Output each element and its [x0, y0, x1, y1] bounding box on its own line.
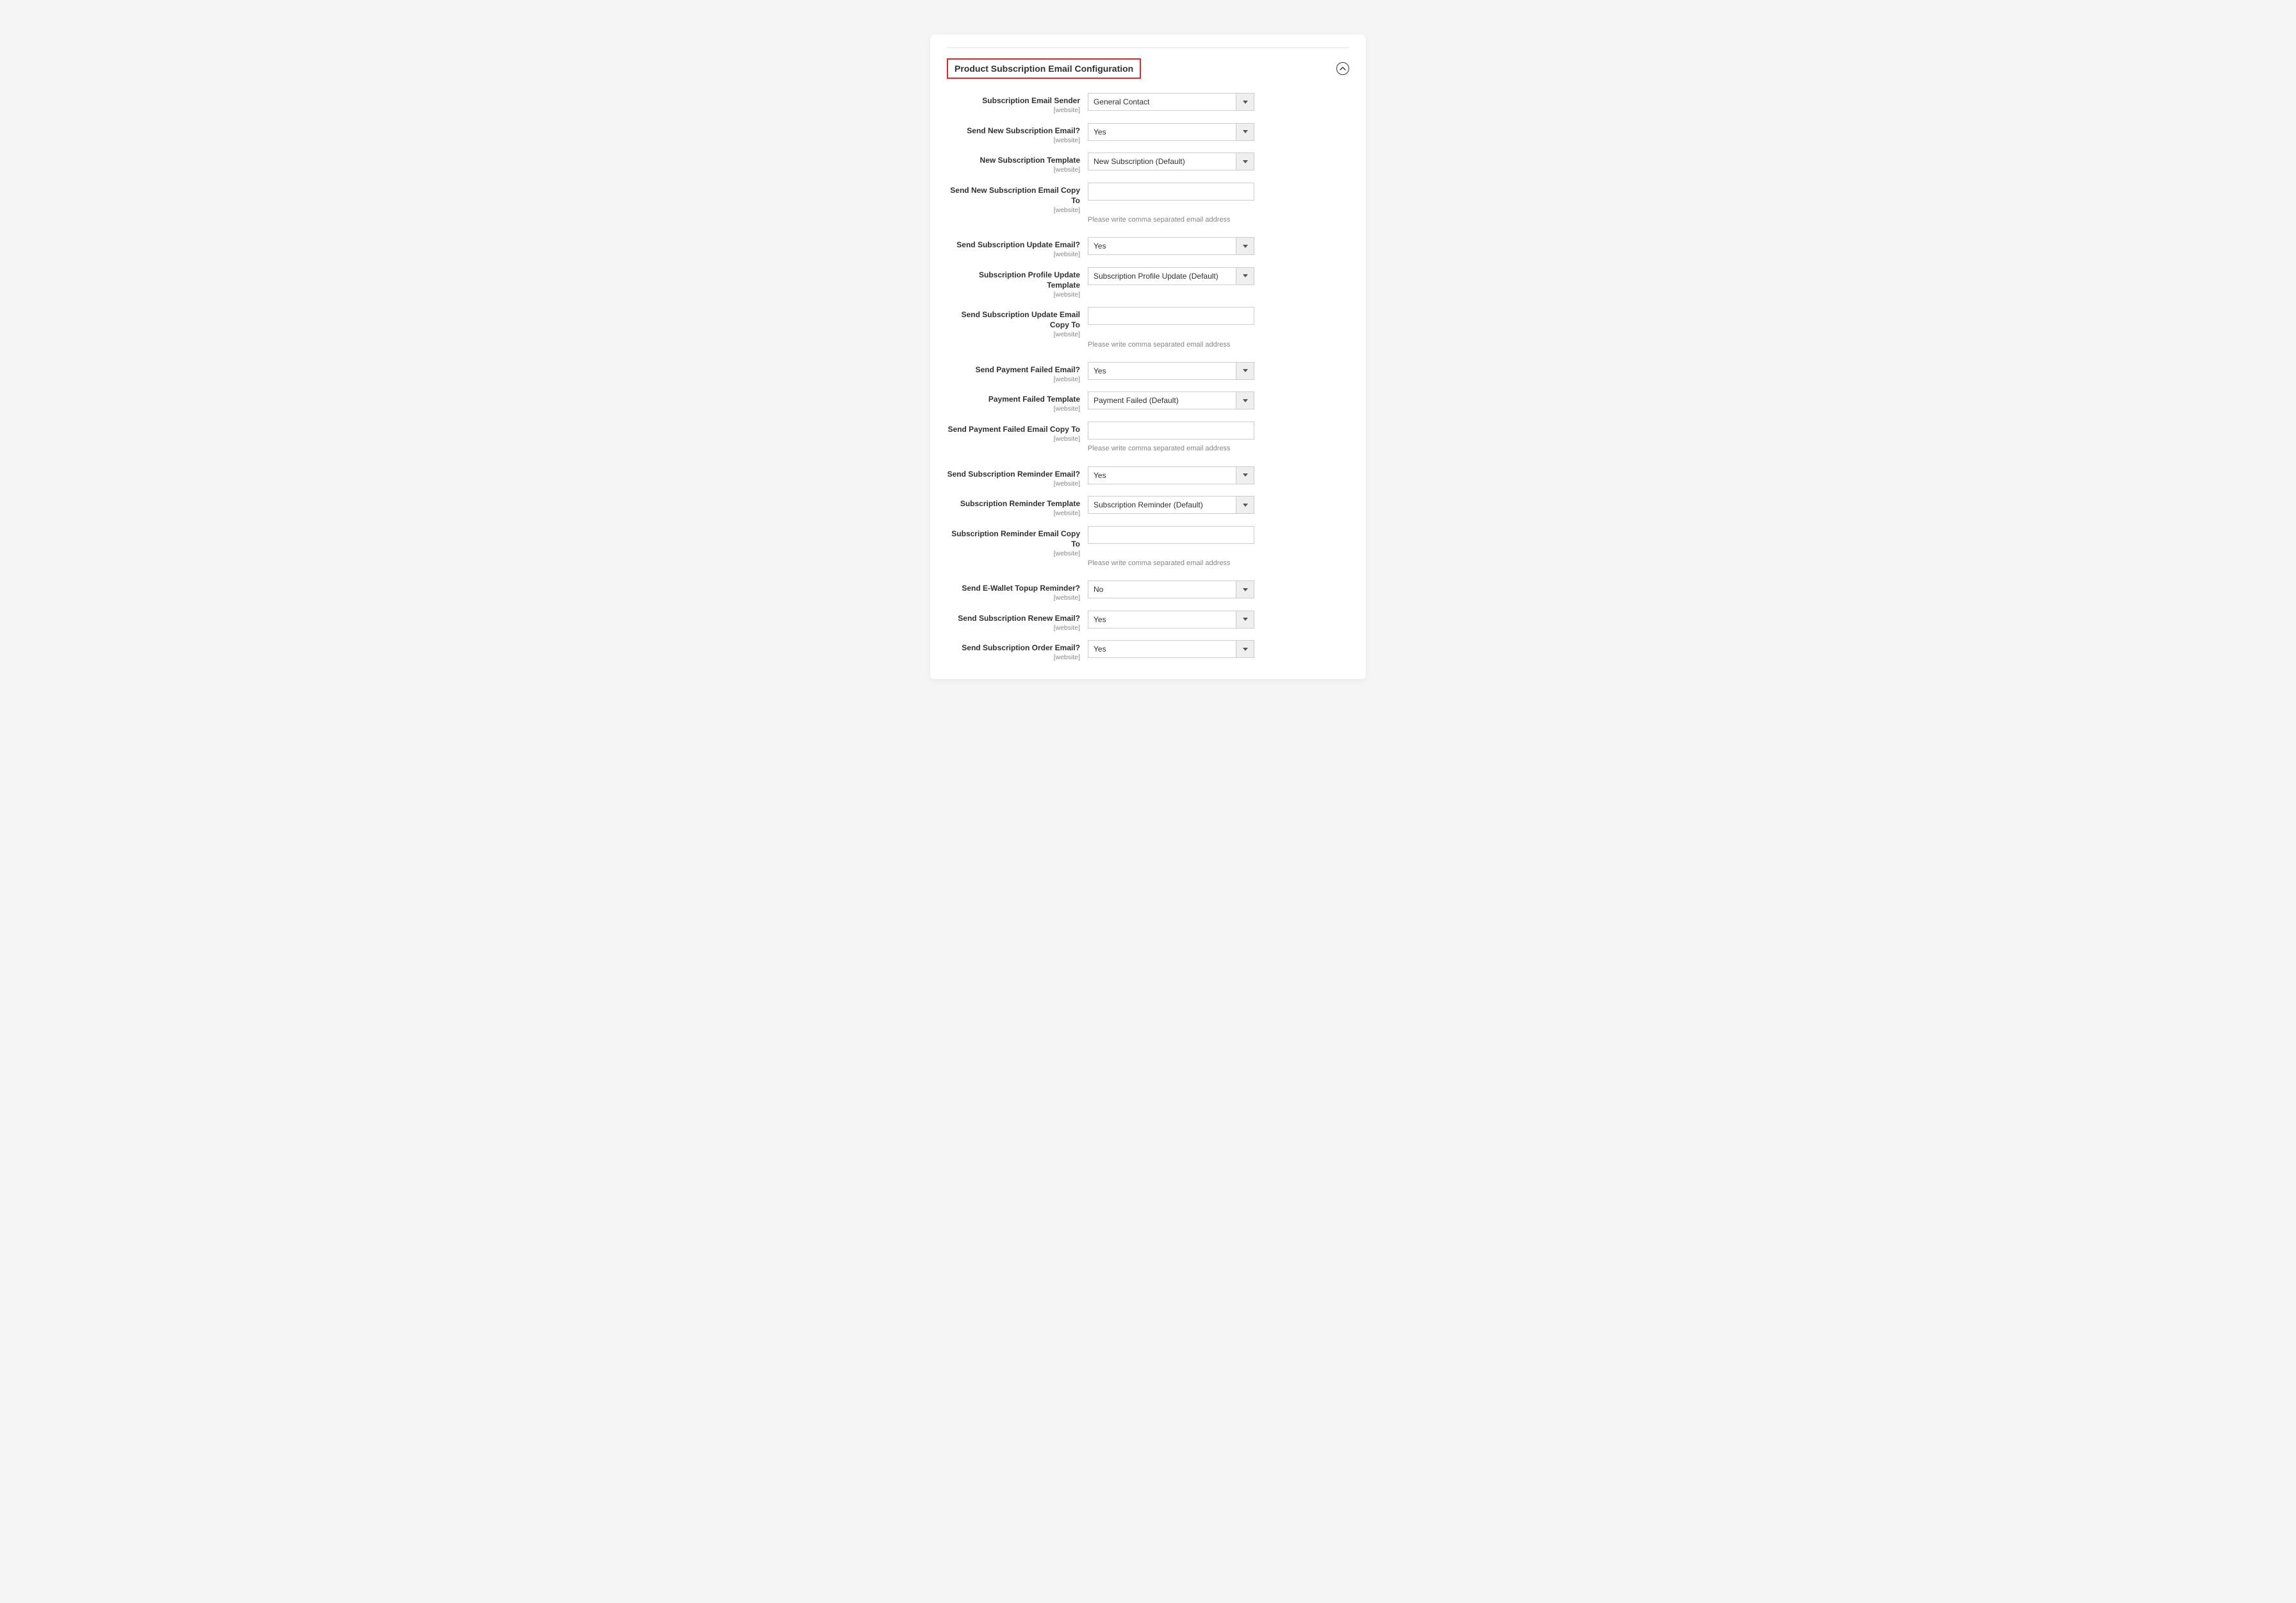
label-template-update: Subscription Profile Update Template: [979, 270, 1080, 290]
select-template-reminder[interactable]: Subscription Reminder (Default): [1088, 496, 1254, 514]
label-send-order: Send Subscription Order Email?: [962, 643, 1080, 652]
select-send-order[interactable]: Yes: [1088, 640, 1254, 658]
select-send-order-value: Yes: [1088, 645, 1236, 654]
select-send-reminder[interactable]: Yes: [1088, 466, 1254, 484]
hint-copy-update: Please write comma separated email addre…: [1088, 341, 1349, 349]
row-send-new: Send New Subscription Email? [website] Y…: [947, 123, 1349, 144]
label-copy-failed: Send Payment Failed Email Copy To: [948, 425, 1081, 434]
label-template-reminder: Subscription Reminder Template: [960, 499, 1080, 508]
select-template-failed-value: Payment Failed (Default): [1088, 396, 1236, 405]
select-send-renew-value: Yes: [1088, 615, 1236, 624]
input-copy-new[interactable]: [1088, 183, 1254, 201]
scope-label: [website]: [947, 595, 1080, 602]
scope-label: [website]: [947, 550, 1080, 557]
label-sender: Subscription Email Sender: [982, 96, 1080, 105]
row-send-failed: Send Payment Failed Email? [website] Yes: [947, 362, 1349, 383]
caret-down-icon: [1236, 641, 1254, 657]
row-send-order: Send Subscription Order Email? [website]…: [947, 640, 1349, 661]
scope-label: [website]: [947, 331, 1080, 338]
caret-down-icon: [1236, 363, 1254, 379]
label-copy-reminder: Subscription Reminder Email Copy To: [951, 529, 1080, 548]
section-title-highlight: Product Subscription Email Configuration: [947, 58, 1141, 79]
select-send-ewallet-value: No: [1088, 585, 1236, 594]
scope-label: [website]: [947, 251, 1080, 258]
row-send-ewallet: Send E-Wallet Topup Reminder? [website] …: [947, 580, 1349, 602]
select-send-failed-value: Yes: [1088, 366, 1236, 375]
row-subscription-email-sender: Subscription Email Sender [website] Gene…: [947, 93, 1349, 114]
scope-label: [website]: [947, 137, 1080, 144]
select-sender-value: General Contact: [1088, 97, 1236, 106]
caret-down-icon: [1236, 94, 1254, 110]
scope-label: [website]: [947, 436, 1080, 443]
scope-label: [website]: [947, 481, 1080, 488]
select-send-failed[interactable]: Yes: [1088, 362, 1254, 380]
select-sender[interactable]: General Contact: [1088, 93, 1254, 111]
caret-down-icon: [1236, 581, 1254, 598]
label-send-reminder: Send Subscription Reminder Email?: [947, 470, 1080, 479]
row-copy-new: Send New Subscription Email Copy To [web…: [947, 183, 1349, 214]
scope-label: [website]: [947, 107, 1080, 114]
row-template-reminder: Subscription Reminder Template [website]…: [947, 496, 1349, 517]
label-send-failed: Send Payment Failed Email?: [976, 365, 1080, 374]
select-template-update-value: Subscription Profile Update (Default): [1088, 272, 1236, 281]
section-header[interactable]: Product Subscription Email Configuration: [947, 58, 1349, 79]
scope-label: [website]: [947, 510, 1080, 517]
select-send-renew[interactable]: Yes: [1088, 611, 1254, 629]
caret-down-icon: [1236, 497, 1254, 513]
config-panel: Product Subscription Email Configuration…: [930, 35, 1366, 679]
label-copy-update: Send Subscription Update Email Copy To: [962, 310, 1080, 329]
label-template-new: New Subscription Template: [980, 156, 1080, 165]
top-divider: [947, 47, 1349, 48]
select-template-reminder-value: Subscription Reminder (Default): [1088, 500, 1236, 509]
select-template-update[interactable]: Subscription Profile Update (Default): [1088, 267, 1254, 285]
input-copy-failed[interactable]: [1088, 422, 1254, 440]
row-template-update: Subscription Profile Update Template [we…: [947, 267, 1349, 299]
row-send-update: Send Subscription Update Email? [website…: [947, 237, 1349, 258]
label-copy-new: Send New Subscription Email Copy To: [950, 186, 1080, 205]
select-send-ewallet[interactable]: No: [1088, 580, 1254, 598]
select-send-reminder-value: Yes: [1088, 471, 1236, 480]
select-send-update[interactable]: Yes: [1088, 237, 1254, 255]
caret-down-icon: [1236, 153, 1254, 170]
row-template-new: New Subscription Template [website] New …: [947, 152, 1349, 174]
caret-down-icon: [1236, 124, 1254, 140]
input-copy-update[interactable]: [1088, 307, 1254, 325]
caret-down-icon: [1236, 467, 1254, 484]
section-title: Product Subscription Email Configuration: [955, 63, 1133, 74]
hint-copy-failed: Please write comma separated email addre…: [1088, 445, 1349, 453]
label-template-failed: Payment Failed Template: [988, 395, 1080, 404]
scope-label: [website]: [947, 406, 1080, 413]
scope-label: [website]: [947, 625, 1080, 632]
select-template-new-value: New Subscription (Default): [1088, 157, 1236, 166]
label-send-new: Send New Subscription Email?: [967, 126, 1080, 135]
caret-down-icon: [1236, 392, 1254, 409]
chevron-up-icon[interactable]: [1336, 62, 1349, 75]
scope-label: [website]: [947, 376, 1080, 383]
scope-label: [website]: [947, 167, 1080, 174]
row-copy-reminder: Subscription Reminder Email Copy To [web…: [947, 526, 1349, 557]
scope-label: [website]: [947, 292, 1080, 299]
select-template-new[interactable]: New Subscription (Default): [1088, 152, 1254, 170]
label-send-update: Send Subscription Update Email?: [956, 240, 1080, 249]
scope-label: [website]: [947, 207, 1080, 214]
select-send-new-value: Yes: [1088, 127, 1236, 136]
input-copy-reminder[interactable]: [1088, 526, 1254, 544]
hint-copy-new: Please write comma separated email addre…: [1088, 216, 1349, 224]
row-copy-update: Send Subscription Update Email Copy To […: [947, 307, 1349, 338]
label-send-renew: Send Subscription Renew Email?: [958, 614, 1080, 623]
scope-label: [website]: [947, 654, 1080, 661]
select-send-update-value: Yes: [1088, 242, 1236, 251]
caret-down-icon: [1236, 611, 1254, 628]
select-template-failed[interactable]: Payment Failed (Default): [1088, 391, 1254, 409]
row-template-failed: Payment Failed Template [website] Paymen…: [947, 391, 1349, 413]
caret-down-icon: [1236, 268, 1254, 284]
label-send-ewallet: Send E-Wallet Topup Reminder?: [962, 584, 1080, 593]
hint-copy-reminder: Please write comma separated email addre…: [1088, 559, 1349, 568]
select-send-new[interactable]: Yes: [1088, 123, 1254, 141]
row-send-renew: Send Subscription Renew Email? [website]…: [947, 611, 1349, 632]
caret-down-icon: [1236, 238, 1254, 254]
row-copy-failed: Send Payment Failed Email Copy To [websi…: [947, 422, 1349, 443]
row-send-reminder: Send Subscription Reminder Email? [websi…: [947, 466, 1349, 488]
